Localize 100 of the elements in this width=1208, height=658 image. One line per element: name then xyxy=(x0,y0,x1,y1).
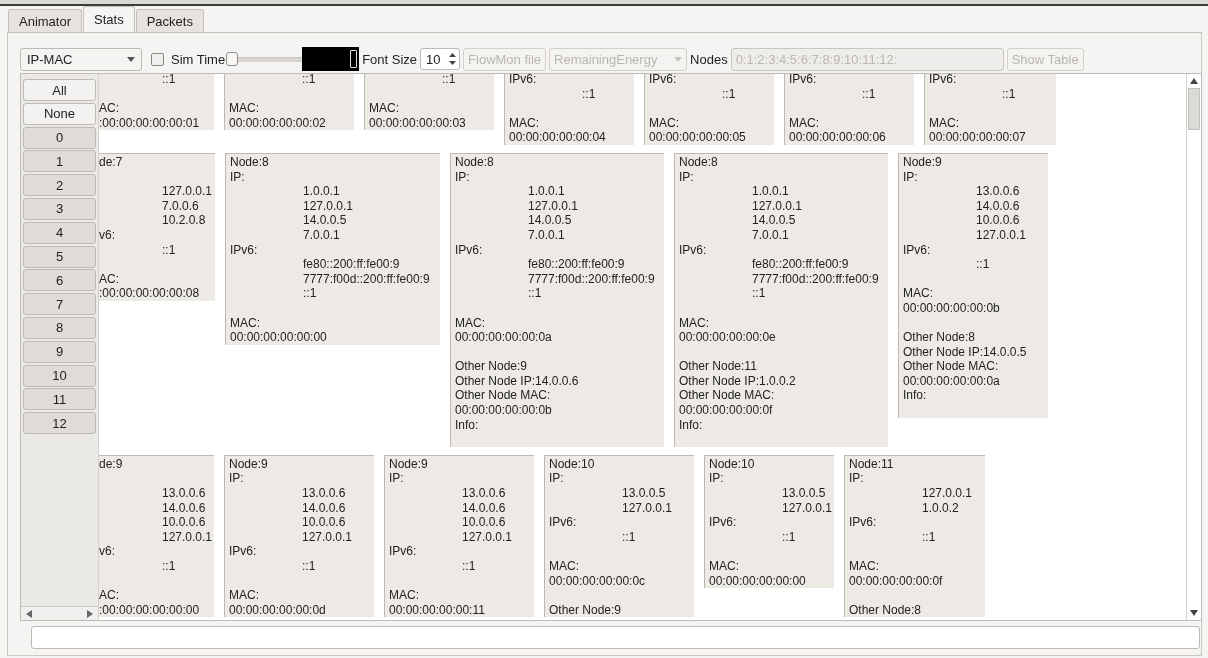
card-label: 00:00:00:00:00:06 xyxy=(789,130,886,145)
node-toggle-button[interactable]: 12 xyxy=(23,412,96,435)
node-toggle-button[interactable]: 5 xyxy=(23,245,96,268)
tab[interactable]: Animator xyxy=(8,9,83,32)
node-toggle-button[interactable]: 11 xyxy=(23,388,96,411)
card-value: 1.0.0.2 xyxy=(922,500,959,516)
card-label: MAC: xyxy=(509,115,539,131)
card-label: IP: xyxy=(679,169,694,185)
card-label: IP: xyxy=(709,471,724,487)
card-label: Node:9 xyxy=(229,456,268,472)
card-value: 14.0.0.5 xyxy=(303,213,347,228)
card-value: 7.0.0.1 xyxy=(528,227,565,243)
node-toggle-button[interactable]: 0 xyxy=(23,126,96,149)
card-label: 00:00:00:00:00:03 xyxy=(369,115,466,131)
card-value: 14.0.0.5 xyxy=(528,213,572,228)
card-value: 127.0.0.1 xyxy=(622,500,673,516)
card-value: 127.0.0.1 xyxy=(976,227,1027,243)
card-label: MAC: xyxy=(229,101,259,116)
filter-button[interactable]: None xyxy=(23,102,96,125)
card-label: IPv6: xyxy=(229,544,257,559)
font-size-spinbox[interactable]: 10 xyxy=(420,48,461,70)
card-label: 00:00:00:00:00:0c xyxy=(549,573,646,589)
tab[interactable]: Packets xyxy=(135,9,204,32)
card-label: Node:10 xyxy=(709,456,755,472)
filter-button[interactable]: All xyxy=(23,79,96,101)
card-value: ::1 xyxy=(462,559,476,574)
card-label: 00:00:00:00:00:02 xyxy=(229,115,326,131)
card-label: 00:00:00:00:00:11 xyxy=(389,602,485,618)
card-label: 00:00:00:00:00:0b xyxy=(903,300,1000,316)
card-value: 127.0.0.1 xyxy=(462,529,513,545)
card-value: 127.0.0.1 xyxy=(302,529,353,545)
card-value: 127.0.0.1 xyxy=(782,500,833,516)
card-value: 13.0.0.5 xyxy=(622,486,666,501)
node-toggle-button[interactable]: 8 xyxy=(23,316,96,339)
card-value: 13.0.0.6 xyxy=(976,184,1020,199)
horizontal-scrollbar[interactable] xyxy=(21,606,98,620)
card-label: 00:00:00:00:00:07 xyxy=(929,130,1026,145)
tab[interactable]: Stats xyxy=(83,6,135,32)
card-label: :00:00:00:00:00:00 xyxy=(99,602,200,618)
card-label: Other Node IP:14.0.0.5 xyxy=(903,344,1027,360)
card-value: ::1 xyxy=(162,74,176,87)
card-value: 14.0.0.6 xyxy=(976,198,1020,214)
scroll-left-icon xyxy=(26,609,32,618)
card-value: 14.0.0.6 xyxy=(302,500,346,516)
card-label: 00:00:00:00:00:0e xyxy=(679,330,776,345)
card-label: Other Node:9 xyxy=(549,602,622,618)
card-label: IPv6: xyxy=(549,515,577,530)
card-value: 127.0.0.1 xyxy=(162,529,213,545)
card-label: Node:9 xyxy=(903,154,942,170)
card-label: MAC: xyxy=(679,315,709,331)
card-label: Other Node:8 xyxy=(903,330,976,345)
card-value: 127.0.0.1 xyxy=(752,198,803,214)
card-value: ::1 xyxy=(922,529,936,545)
card-value: 10.2.0.8 xyxy=(162,213,206,228)
node-toggle-button[interactable]: 4 xyxy=(23,221,96,244)
node-toggle-button[interactable]: 7 xyxy=(23,293,96,316)
card-label: IP: xyxy=(389,471,404,487)
card-label: MAC: xyxy=(789,115,819,131)
card-label: Node:9 xyxy=(389,456,428,472)
card-value: 1.0.0.1 xyxy=(752,184,789,199)
card-label: Other Node:8 xyxy=(849,602,922,618)
node-toggle-button[interactable]: 1 xyxy=(23,150,96,173)
card-label: Info: xyxy=(679,417,703,433)
card-value: ::1 xyxy=(442,74,456,87)
node-toggle-button[interactable]: 9 xyxy=(23,340,96,363)
card-label: AC: xyxy=(99,101,119,116)
card-value: ::1 xyxy=(862,86,876,102)
card-label: IP: xyxy=(455,169,470,185)
card-label: Node:10 xyxy=(549,456,595,472)
card-value: 127.0.0.1 xyxy=(528,198,579,214)
node-toggle-button[interactable]: 6 xyxy=(23,269,96,292)
card-label: Other Node:9 xyxy=(455,359,528,374)
vertical-scrollbar[interactable] xyxy=(1186,74,1201,620)
card-value: 13.0.0.5 xyxy=(782,486,826,501)
card-value: ::1 xyxy=(582,86,596,102)
text-input-field[interactable] xyxy=(31,626,1200,649)
card-value: ::1 xyxy=(302,559,316,574)
card-label: Other Node IP:1.0.0.2 xyxy=(679,373,796,389)
card-value: 13.0.0.6 xyxy=(302,486,346,501)
node-toggle-button[interactable]: 10 xyxy=(23,364,96,387)
slider-handle[interactable] xyxy=(226,52,239,66)
card-label: IP: xyxy=(849,471,864,487)
card-label: MAC: xyxy=(230,315,260,331)
card-label: AC: xyxy=(99,588,119,603)
card-value: 13.0.0.6 xyxy=(162,486,206,501)
card-label: MAC: xyxy=(455,315,485,331)
card-value: 7777:f00d::200:ff:fe00:9 xyxy=(752,271,879,287)
card-value: 10.0.0.6 xyxy=(302,515,346,530)
node-toggle-button[interactable]: 2 xyxy=(23,174,96,197)
card-label: IPv6: xyxy=(230,242,258,258)
card-value: 7.0.0.1 xyxy=(303,227,340,243)
node-toggle-button[interactable]: 3 xyxy=(23,198,96,220)
card-label: MAC: xyxy=(369,101,399,116)
card-label: MAC: xyxy=(849,559,879,574)
mode-dropdown[interactable]: IP-MAC xyxy=(20,47,142,71)
card-value: 10.0.0.6 xyxy=(162,515,206,530)
card-value: ::1 xyxy=(303,286,317,301)
scroll-thumb[interactable] xyxy=(1188,88,1200,130)
sim-time-checkbox[interactable] xyxy=(151,52,164,66)
card-label: Other Node MAC: xyxy=(903,359,999,374)
